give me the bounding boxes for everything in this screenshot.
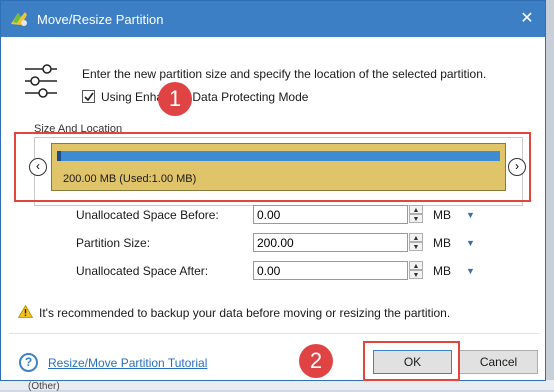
help-icon[interactable]: ? — [19, 353, 38, 372]
spin-down-icon[interactable]: ▼ — [409, 242, 423, 251]
unit-dropdown-icon[interactable]: ▼ — [466, 238, 475, 248]
background-other-label: (Other) — [28, 381, 60, 392]
spin-up-icon[interactable]: ▲ — [409, 205, 423, 214]
window-title: Move/Resize Partition — [37, 12, 164, 27]
partition-size-field-label: Partition Size: — [76, 236, 151, 250]
unallocated-before-unit: MB — [433, 208, 451, 222]
cancel-button[interactable]: Cancel — [459, 350, 538, 374]
partition-size-stepper[interactable]: ▲ ▼ — [409, 233, 423, 252]
annotation-highlight-partition — [14, 132, 531, 202]
dialog-description: Enter the new partition size and specify… — [82, 67, 487, 81]
enhanced-protection-label: Using Enhanced Data Protecting Mode — [101, 90, 309, 104]
footer-divider — [9, 333, 539, 334]
annotation-highlight-ok — [363, 341, 460, 381]
tutorial-link[interactable]: Resize/Move Partition Tutorial — [48, 356, 207, 370]
spin-up-icon[interactable]: ▲ — [409, 233, 423, 242]
close-icon: ✕ — [520, 10, 534, 27]
app-icon — [11, 12, 27, 26]
unallocated-before-label: Unallocated Space Before: — [76, 208, 219, 222]
unallocated-before-stepper[interactable]: ▲ ▼ — [409, 205, 423, 224]
unit-dropdown-icon[interactable]: ▼ — [466, 210, 475, 220]
unit-dropdown-icon[interactable]: ▼ — [466, 266, 475, 276]
unallocated-after-input[interactable] — [253, 261, 408, 280]
warning-icon — [18, 305, 33, 318]
sliders-icon — [25, 64, 57, 98]
spin-up-icon[interactable]: ▲ — [409, 261, 423, 270]
check-icon — [84, 92, 94, 102]
move-resize-dialog: Move/Resize Partition ✕ Enter the new pa… — [0, 0, 546, 381]
annotation-step-badge: 2 — [299, 344, 333, 378]
enhanced-protection-checkbox[interactable] — [82, 90, 95, 103]
title-bar[interactable]: Move/Resize Partition ✕ — [1, 1, 545, 37]
close-button[interactable]: ✕ — [517, 9, 537, 29]
unallocated-after-label: Unallocated Space After: — [76, 264, 209, 278]
unallocated-after-unit: MB — [433, 264, 451, 278]
spin-down-icon[interactable]: ▼ — [409, 214, 423, 223]
partition-size-input[interactable] — [253, 233, 408, 252]
spin-down-icon[interactable]: ▼ — [409, 270, 423, 279]
backup-warning-text: It's recommended to backup your data bef… — [39, 306, 451, 320]
unallocated-after-stepper[interactable]: ▲ ▼ — [409, 261, 423, 280]
background-window-bottom — [0, 380, 554, 390]
unallocated-before-input[interactable] — [253, 205, 408, 224]
partition-size-unit: MB — [433, 236, 451, 250]
annotation-step-badge: 1 — [158, 82, 192, 116]
